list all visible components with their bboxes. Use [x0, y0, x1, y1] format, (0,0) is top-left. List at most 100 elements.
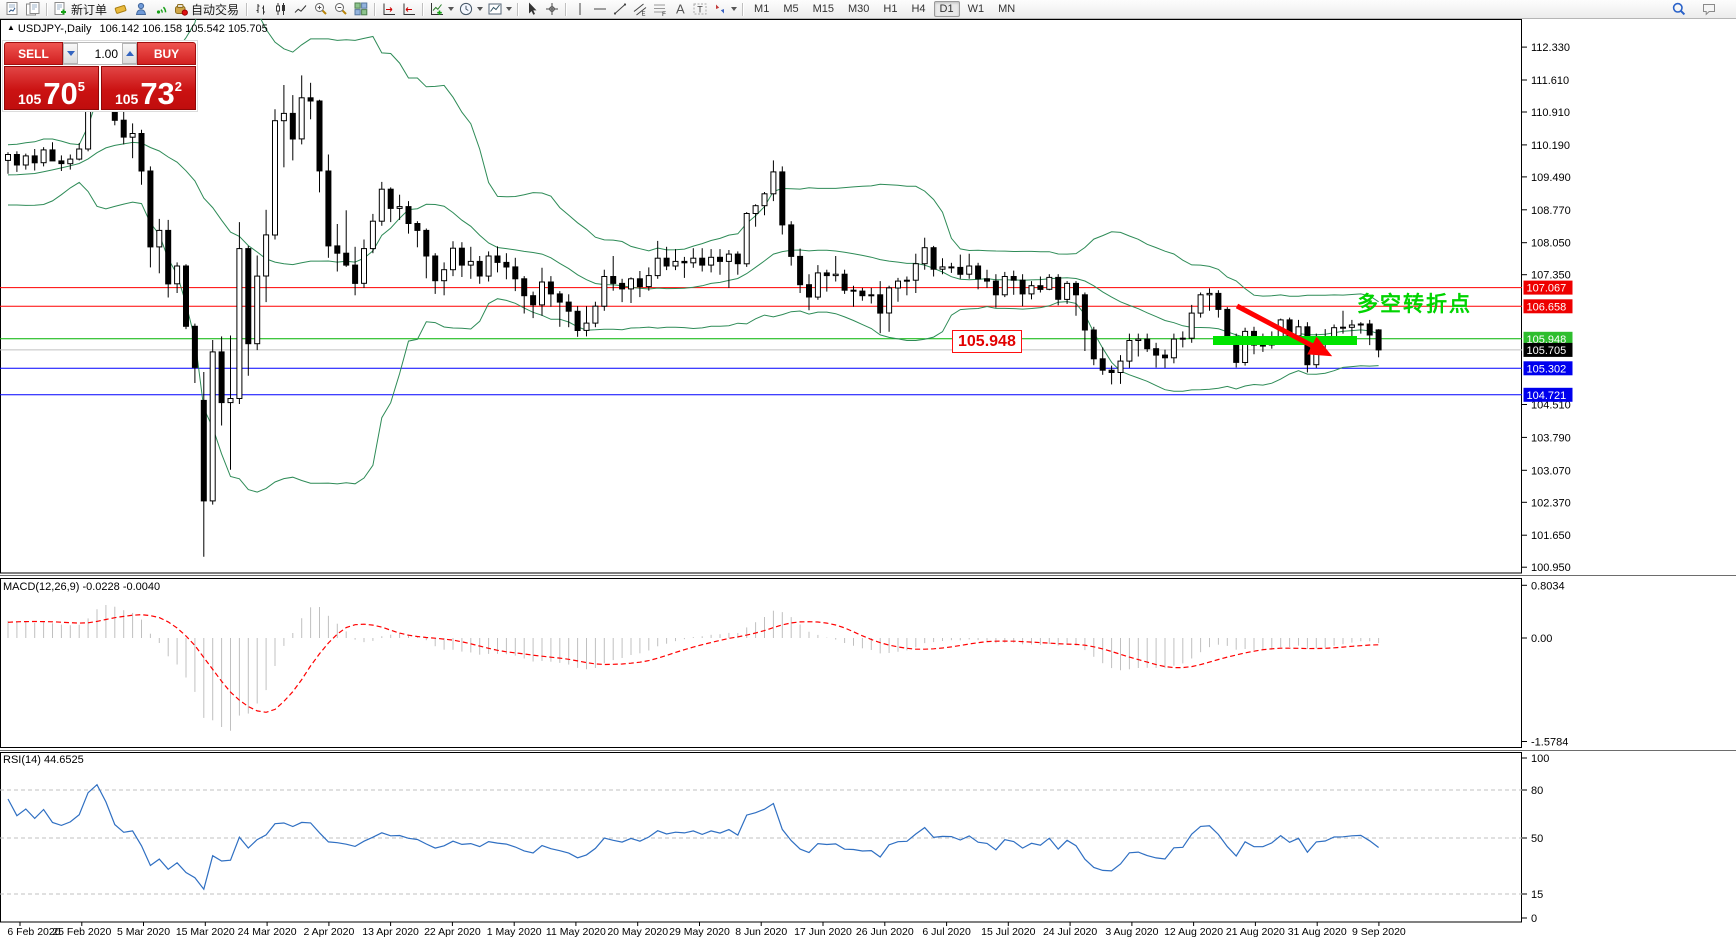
chart-shift-icon[interactable] [399, 1, 419, 18]
candle [433, 256, 438, 281]
price-axis[interactable]: 112.330111.610110.910110.190109.490108.7… [1522, 42, 1573, 925]
timeframe-d1[interactable]: D1 [934, 1, 960, 17]
candle [851, 290, 856, 291]
candle [655, 258, 660, 275]
fibonacci-icon[interactable]: F [650, 1, 670, 18]
candle [121, 120, 126, 137]
time-axis[interactable]: 6 Feb 202025 Feb 20205 Mar 202015 Mar 20… [7, 922, 1405, 938]
bollinger-middle-band [8, 142, 1379, 340]
crosshair-icon[interactable] [542, 1, 562, 18]
candle [486, 256, 491, 276]
zoom-in-icon [313, 1, 329, 17]
profiles-icon[interactable] [23, 1, 43, 18]
timeframe-m15[interactable]: M15 [807, 1, 840, 17]
indicators-icon-dropdown[interactable] [448, 7, 454, 11]
rsi-plot [0, 785, 1522, 894]
timeframe-m5[interactable]: M5 [777, 1, 804, 17]
candle [602, 277, 607, 307]
templates-icon[interactable] [485, 1, 514, 18]
sell-price-point: 5 [78, 80, 85, 93]
market-icon [133, 1, 149, 17]
new-order-icon[interactable]: 新订单 [51, 1, 111, 18]
periods-icon[interactable] [456, 1, 485, 18]
volume-decrease-button[interactable] [63, 43, 78, 64]
candle [548, 282, 553, 294]
time-axis-label: 24 Mar 2020 [238, 926, 297, 938]
text-label-icon[interactable]: T [690, 1, 710, 18]
chart-title: ▲USDJPY-,Daily106.142 106.158 105.542 10… [7, 23, 268, 35]
candle [709, 257, 714, 265]
timeframe-h1[interactable]: H1 [877, 1, 903, 17]
arrows-icon-dropdown[interactable] [731, 7, 737, 11]
indicators-icon [429, 1, 445, 17]
sell-button[interactable]: SELL [4, 42, 63, 65]
autotrading-icon[interactable]: 自动交易 [171, 1, 243, 18]
search-icon[interactable] [1669, 1, 1689, 18]
indicators-icon[interactable] [427, 1, 456, 18]
timeframe-m30[interactable]: M30 [842, 1, 875, 17]
candle [780, 172, 785, 225]
volume-input[interactable] [78, 43, 122, 64]
vertical-line-ic [572, 1, 588, 17]
timeframe-w1[interactable]: W1 [962, 1, 991, 17]
search-icon [1671, 1, 1687, 17]
buy-price-box[interactable]: 105732 [101, 66, 196, 110]
tile-windows-icon [353, 1, 369, 17]
candle [744, 214, 749, 264]
turning-point-annotation[interactable]: 多空转折点 [1357, 288, 1472, 318]
time-axis-label: 17 Jun 2020 [794, 926, 852, 938]
templates-icon-dropdown[interactable] [506, 7, 512, 11]
horizontal-line-ic[interactable] [590, 1, 610, 18]
market-icon[interactable] [131, 1, 151, 18]
rsi-axis-tick: 50 [1531, 833, 1543, 845]
editor-icon[interactable] [111, 1, 131, 18]
candles-chart-icon[interactable] [271, 1, 291, 18]
line-chart-icon [293, 1, 309, 17]
candle [335, 246, 340, 253]
volume-increase-button[interactable] [122, 43, 137, 64]
candle [1038, 286, 1043, 290]
rsi-axis-tick: 0 [1531, 913, 1537, 925]
channel-icon[interactable]: E [630, 1, 650, 18]
line-chart-icon[interactable] [291, 1, 311, 18]
price-callout-label[interactable]: 105.948 [952, 330, 1022, 353]
editor-icon [113, 1, 129, 17]
vertical-line-ic[interactable] [570, 1, 590, 18]
arrows-icon[interactable] [710, 1, 739, 18]
time-axis-label: 29 May 2020 [669, 926, 730, 938]
triangle-down-icon [67, 51, 75, 56]
crosshair-icon [544, 1, 560, 17]
candle [815, 273, 820, 297]
new-chart-icon [5, 1, 21, 17]
chart-canvas[interactable]: 112.330111.610110.910110.190109.490108.7… [0, 0, 1736, 940]
down-arrow-annotation[interactable] [1237, 306, 1326, 353]
sell-price-box[interactable]: 105705 [4, 66, 99, 110]
candle [949, 267, 954, 268]
candle [228, 399, 233, 403]
candle [175, 266, 180, 284]
timeframe-h4[interactable]: H4 [905, 1, 931, 17]
timeframe-mn[interactable]: MN [992, 1, 1021, 17]
time-axis-label: 8 Jun 2020 [735, 926, 787, 938]
zoom-out-icon[interactable] [331, 1, 351, 18]
candle [967, 266, 972, 274]
buy-button[interactable]: BUY [137, 42, 196, 65]
trendline-icon[interactable] [610, 1, 630, 18]
candle [397, 207, 402, 209]
text-icon[interactable]: A [670, 1, 690, 18]
candle [1376, 330, 1381, 350]
timeframe-m1[interactable]: M1 [748, 1, 775, 17]
tile-windows-icon[interactable] [351, 1, 371, 18]
price-tag-text: 107.067 [1527, 283, 1567, 295]
periods-icon-dropdown[interactable] [477, 7, 483, 11]
new-chart-icon[interactable] [3, 1, 23, 18]
chat-icon[interactable] [1699, 1, 1719, 18]
bars-chart-icon[interactable] [251, 1, 271, 18]
candle [664, 258, 669, 266]
auto-scroll-icon[interactable] [379, 1, 399, 18]
cursor-icon[interactable] [522, 1, 542, 18]
candle [1341, 327, 1346, 328]
zoom-in-icon[interactable] [311, 1, 331, 18]
signals-icon[interactable] [151, 1, 171, 18]
toolbar-right-group [1669, 1, 1733, 18]
